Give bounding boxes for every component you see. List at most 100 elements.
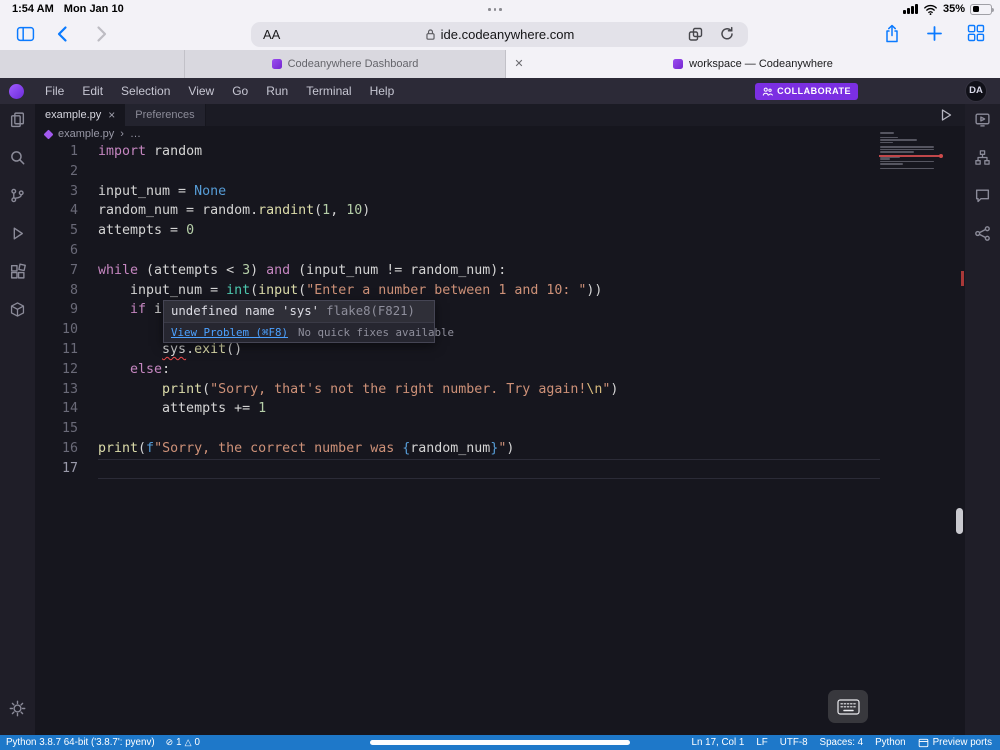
code-line[interactable] (98, 162, 965, 182)
menu-edit[interactable]: Edit (73, 78, 112, 104)
ide-menubar: File Edit Selection View Go Run Terminal… (0, 78, 1000, 104)
indent-indicator[interactable]: Spaces: 4 (820, 737, 864, 748)
activity-bar-left (0, 104, 35, 735)
tab-overview-icon[interactable] (967, 24, 985, 42)
battery-percent: 35% (943, 3, 965, 15)
extensions-panel-icon[interactable] (9, 263, 26, 280)
problems-indicator[interactable]: ⊘ 1 △ 0 (166, 737, 200, 748)
safari-tab-bar: Codeanywhere Dashboard ✕ workspace — Cod… (0, 50, 1000, 78)
ide-root: File Edit Selection View Go Run Terminal… (0, 78, 1000, 750)
code-line[interactable]: else: (98, 360, 965, 380)
cellular-signal-icon (903, 4, 918, 14)
error-icon: ⊘ (166, 737, 174, 748)
code-area[interactable]: 1234567891011121314151617 import random i… (35, 142, 965, 735)
editor-tab-preferences[interactable]: Preferences (125, 104, 205, 126)
problem-hover: undefined name 'sys' flake8(F821) View Pr… (163, 300, 435, 343)
minimap[interactable] (880, 132, 937, 180)
share-nodes-panel-icon[interactable] (974, 225, 991, 242)
explorer-icon[interactable] (9, 111, 26, 128)
browser-tab-workspace[interactable]: ✕ workspace — Codeanywhere (506, 50, 1000, 78)
breadcrumb-file[interactable]: example.py (58, 128, 114, 140)
code-line[interactable]: input_num = None (98, 182, 965, 202)
source-control-icon[interactable] (9, 187, 26, 204)
code-line[interactable] (98, 241, 965, 261)
code-line[interactable]: print("Sorry, that's not the right numbe… (98, 380, 965, 400)
date: Mon Jan 10 (64, 3, 124, 15)
back-icon[interactable] (56, 25, 68, 43)
wifi-icon (923, 4, 938, 15)
settings-gear-icon[interactable] (9, 700, 26, 717)
code-line[interactable] (98, 459, 880, 479)
code-line[interactable]: print(f"Sorry, the correct number was {r… (98, 439, 965, 459)
activity-bar-right (965, 104, 1000, 735)
code-line[interactable]: random_num = random.randint(1, 10) (98, 201, 965, 221)
code-line[interactable] (98, 419, 965, 439)
containers-icon[interactable] (9, 301, 26, 318)
search-icon[interactable] (9, 149, 26, 166)
codeanywhere-favicon (673, 59, 683, 69)
close-tab-icon[interactable]: ✕ (512, 57, 526, 71)
menu-file[interactable]: File (36, 78, 73, 104)
view-problem-link[interactable]: View Problem (⌘F8) (171, 326, 288, 339)
preview-panel-icon[interactable] (974, 111, 991, 128)
menu-selection[interactable]: Selection (112, 78, 179, 104)
minimap-error-line (879, 155, 940, 157)
camera-indicator (488, 8, 502, 11)
user-avatar[interactable]: DA (965, 80, 987, 102)
hierarchy-panel-icon[interactable] (974, 149, 991, 166)
codeanywhere-favicon (272, 59, 282, 69)
run-debug-icon[interactable] (9, 225, 26, 242)
address-bar[interactable]: AA ide.codeanywhere.com (251, 22, 748, 47)
device-status-bar: 1:54 AM Mon Jan 10 35% (0, 0, 1000, 18)
new-tab-icon[interactable] (926, 25, 943, 42)
browser-tab-title: workspace — Codeanywhere (689, 58, 833, 70)
extensions-icon[interactable] (687, 26, 704, 43)
browser-tab-title: Codeanywhere Dashboard (288, 58, 419, 70)
codeanywhere-logo-icon (9, 84, 24, 99)
collaborate-button[interactable]: COLLABORATE (755, 83, 858, 100)
problem-message: undefined name 'sys' (171, 304, 319, 318)
clock: 1:54 AM (12, 3, 54, 15)
language-mode[interactable]: Python (875, 737, 906, 748)
menu-run[interactable]: Run (257, 78, 297, 104)
menu-help[interactable]: Help (361, 78, 404, 104)
code-line[interactable]: import random (98, 142, 965, 162)
eol-indicator[interactable]: LF (756, 737, 767, 748)
editor-scrollbar-thumb[interactable] (956, 508, 963, 534)
code-line[interactable]: attempts += 1 (98, 399, 965, 419)
encoding-indicator[interactable]: UTF-8 (780, 737, 808, 748)
code-line[interactable]: attempts = 0 (98, 221, 965, 241)
problem-source: flake8(F821) (326, 304, 415, 318)
breadcrumb[interactable]: example.py › … (35, 126, 965, 142)
quick-fix-hint: No quick fixes available (298, 326, 454, 339)
share-icon[interactable] (883, 24, 901, 44)
code-line[interactable]: while (attempts < 3) and (input_num != r… (98, 261, 965, 281)
editor-tab-example[interactable]: example.py × (35, 104, 125, 126)
breadcrumb-symbol[interactable]: … (130, 128, 141, 140)
error-count: 1 (176, 737, 181, 748)
safari-toolbar: AA ide.codeanywhere.com (0, 18, 1000, 50)
chat-panel-icon[interactable] (974, 187, 991, 204)
breadcrumb-separator: › (120, 128, 124, 140)
home-indicator[interactable] (370, 740, 630, 745)
close-editor-tab-icon[interactable]: × (108, 108, 115, 122)
python-interpreter[interactable]: Python 3.8.7 64-bit ('3.8.7': pyenv) (6, 737, 155, 748)
line-numbers[interactable]: 1234567891011121314151617 (35, 142, 98, 479)
file-type-icon (44, 129, 54, 139)
sidebar-toggle-icon[interactable] (16, 25, 35, 43)
menu-go[interactable]: Go (223, 78, 257, 104)
menu-view[interactable]: View (179, 78, 223, 104)
menu-terminal[interactable]: Terminal (297, 78, 360, 104)
forward-icon[interactable] (96, 25, 108, 43)
code-line[interactable]: input_num = int(input("Enter a number be… (98, 281, 965, 301)
screen: 1:54 AM Mon Jan 10 35% (0, 0, 1000, 750)
warning-icon: △ (185, 737, 192, 748)
cursor-position[interactable]: Ln 17, Col 1 (692, 737, 745, 748)
browser-tab-dashboard[interactable]: Codeanywhere Dashboard (184, 50, 506, 78)
preview-ports-button[interactable]: Preview ports (918, 737, 992, 748)
lock-icon (425, 28, 436, 41)
keyboard-toggle-button[interactable] (828, 690, 868, 723)
reload-icon[interactable] (719, 26, 735, 42)
editor-tab-bar: example.py × Preferences (35, 104, 965, 126)
run-file-icon[interactable] (939, 108, 953, 122)
